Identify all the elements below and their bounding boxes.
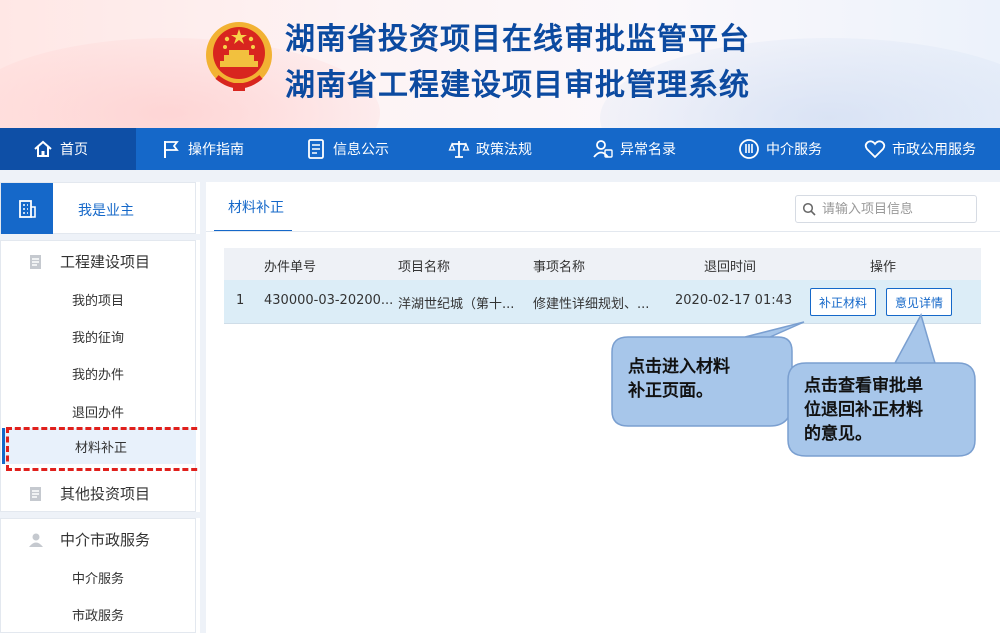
sidebar-item-my-projects[interactable]: 我的项目 <box>72 290 124 309</box>
service-icon <box>739 139 759 159</box>
callout-line: 补正页面。 <box>628 381 713 401</box>
sidebar-item-my-consultations[interactable]: 我的征询 <box>72 327 124 346</box>
site-header: 湖南省投资项目在线审批监管平台 湖南省工程建设项目审批管理系统 <box>0 0 1000 128</box>
callout-right-text: 点击查看审批单 位退回补正材料 的意见。 <box>804 374 923 446</box>
scale-icon <box>448 141 470 158</box>
callout-left-text: 点击进入材料 补正页面。 <box>628 355 730 403</box>
document-icon <box>30 486 41 501</box>
building-icon <box>1 183 53 235</box>
item-name: 修建性详细规划、... <box>533 297 650 312</box>
person-icon <box>29 533 43 547</box>
return-time: 2020-02-17 01:43 <box>675 293 793 308</box>
nav-info[interactable]: 信息公示 <box>305 128 389 170</box>
nav-intermediary[interactable]: 中介服务 <box>738 128 822 170</box>
role-header[interactable]: 我是业主 <box>0 182 196 235</box>
sidebar-item-my-cases[interactable]: 我的办件 <box>72 364 124 383</box>
sidebar-item-returned-cases[interactable]: 退回办件 <box>72 402 124 421</box>
column-header: 退回时间 <box>704 260 757 275</box>
search-icon <box>802 202 816 216</box>
nav-label: 异常名录 <box>620 142 676 158</box>
nav-home[interactable]: 首页 <box>0 128 136 170</box>
case-number: 430000-03-20200... <box>264 293 392 308</box>
column-header: 操作 <box>870 260 897 275</box>
table-header: 办件单号 项目名称 事项名称 退回时间 操作 <box>224 248 981 280</box>
platform-title: 湖南省投资项目在线审批监管平台 <box>285 22 750 57</box>
nav-label: 市政公用服务 <box>892 142 976 158</box>
user-card-icon <box>593 140 613 158</box>
sidebar-item-municipal-service[interactable]: 市政服务 <box>72 605 124 624</box>
opinion-details-button[interactable]: 意见详情 <box>886 288 953 316</box>
tab-material-correction[interactable]: 材料补正 <box>228 197 284 217</box>
nav-label: 信息公示 <box>333 142 389 158</box>
nav-spacer <box>0 170 1000 182</box>
nav-label: 操作指南 <box>188 142 244 158</box>
correct-materials-button[interactable]: 补正材料 <box>810 288 877 316</box>
nav-label: 中介服务 <box>766 142 822 158</box>
search-input[interactable] <box>822 201 972 217</box>
project-name: 洋湖世纪城（第十... <box>398 297 515 312</box>
callout-line: 点击进入材料 <box>628 357 730 377</box>
nav-label: 首页 <box>60 142 88 158</box>
sidebar-group-intermediary-header[interactable]: 中介市政服务 <box>28 529 150 550</box>
group-label: 中介市政服务 <box>60 531 151 549</box>
column-header: 事项名称 <box>533 260 586 275</box>
role-label: 我是业主 <box>78 203 134 219</box>
nav-municipal[interactable]: 市政公用服务 <box>864 128 976 170</box>
column-header: 办件单号 <box>264 260 317 275</box>
tab-divider <box>206 231 1000 232</box>
national-emblem-icon <box>206 22 272 91</box>
document-icon <box>308 139 324 159</box>
home-icon <box>34 140 52 157</box>
callout-line: 点击查看审批单 <box>804 376 923 396</box>
sidebar-group-construction-header[interactable]: 工程建设项目 <box>28 251 150 272</box>
row-index: 1 <box>236 293 245 308</box>
column-header: 项目名称 <box>398 260 451 275</box>
sidebar-group-other-investment[interactable]: 其他投资项目 <box>28 483 150 504</box>
heart-icon <box>864 140 886 159</box>
callout-line: 位退回补正材料 <box>804 400 923 420</box>
sidebar-item-intermediary-service[interactable]: 中介服务 <box>72 568 124 587</box>
nav-policy[interactable]: 政策法规 <box>448 128 532 170</box>
main-nav: 首页 操作指南 信息公示 政策法规 异常名录 中介服务 市政公用服务 <box>0 128 1000 170</box>
nav-guide[interactable]: 操作指南 <box>160 128 244 170</box>
flag-icon <box>164 141 179 158</box>
table-row[interactable]: 1 430000-03-20200... 洋湖世纪城（第十... 修建性详细规划… <box>224 280 981 324</box>
highlight-box <box>6 427 206 471</box>
nav-label: 政策法规 <box>476 142 532 158</box>
group-label: 其他投资项目 <box>60 485 151 503</box>
callout-line: 的意见。 <box>804 424 872 444</box>
system-title: 湖南省工程建设项目审批管理系统 <box>285 68 750 103</box>
search-box[interactable] <box>795 195 977 223</box>
nav-abnormal-list[interactable]: 异常名录 <box>592 128 676 170</box>
column-divider <box>200 182 206 633</box>
group-label: 工程建设项目 <box>60 253 151 271</box>
document-icon <box>30 254 41 269</box>
